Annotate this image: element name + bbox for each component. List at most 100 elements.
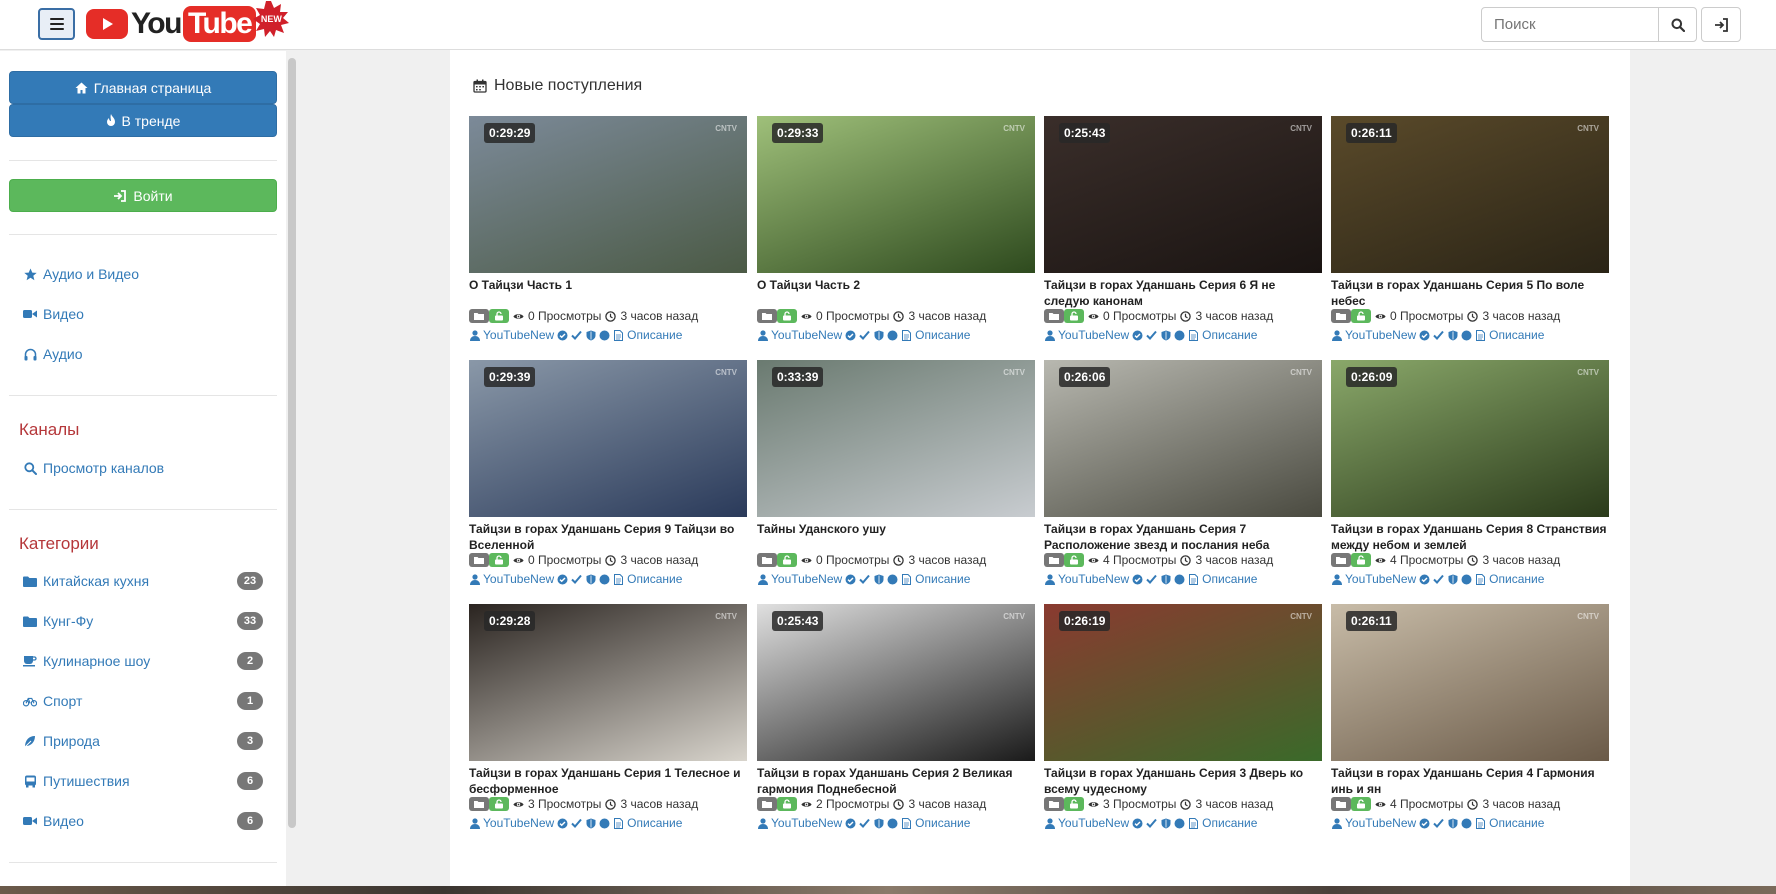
video-thumbnail[interactable]: 0:29:28 CNTV <box>469 604 747 761</box>
video-thumbnail[interactable]: 0:26:11 CNTV <box>1331 116 1609 273</box>
sidebar-item-video-category[interactable]: Видео 6 <box>23 812 263 830</box>
sign-in-button[interactable] <box>1701 7 1741 42</box>
unlock-tag-icon[interactable] <box>1064 309 1084 323</box>
unlock-tag-icon[interactable] <box>489 553 509 567</box>
sidebar-item-audio[interactable]: Аудио <box>23 346 83 362</box>
channel-link[interactable]: YouTubeNew <box>771 816 842 830</box>
description-link[interactable]: Описание <box>915 328 970 342</box>
video-title[interactable]: Тайцзи в горах Уданшань Серия 2 Великая … <box>757 765 1035 797</box>
unlock-tag-icon[interactable] <box>1351 309 1371 323</box>
video-thumbnail[interactable]: 0:26:19 CNTV <box>1044 604 1322 761</box>
unlock-tag-icon[interactable] <box>777 553 797 567</box>
video-thumbnail[interactable]: 0:33:39 CNTV <box>757 360 1035 517</box>
video-card[interactable]: 0:25:43 CNTV Тайцзи в горах Уданшань Серия… <box>1044 116 1322 342</box>
channel-link[interactable]: YouTubeNew <box>771 572 842 586</box>
folder-tag-icon[interactable] <box>1044 309 1064 323</box>
video-card[interactable]: 0:29:29 CNTV О Тайцзи Часть 10 Просмотры 3 … <box>469 116 747 342</box>
video-card[interactable]: 0:26:11 CNTV Тайцзи в горах Уданшань Серия… <box>1331 604 1609 830</box>
channel-link[interactable]: YouTubeNew <box>1058 328 1129 342</box>
description-link[interactable]: Описание <box>1202 816 1257 830</box>
channel-link[interactable]: YouTubeNew <box>1345 328 1416 342</box>
description-link[interactable]: Описание <box>1489 572 1544 586</box>
channel-link[interactable]: YouTubeNew <box>483 328 554 342</box>
unlock-tag-icon[interactable] <box>777 797 797 811</box>
channel-link[interactable]: YouTubeNew <box>1058 572 1129 586</box>
channel-link[interactable]: YouTubeNew <box>483 816 554 830</box>
sidebar-item-kung-fu[interactable]: Кунг-Фу 33 <box>23 612 263 630</box>
description-link[interactable]: Описание <box>1489 328 1544 342</box>
video-title[interactable]: О Тайцзи Часть 1 <box>469 277 747 309</box>
video-card[interactable]: 0:29:33 CNTV О Тайцзи Часть 20 Просмотры 3 … <box>757 116 1035 342</box>
video-title[interactable]: Тайцзи в горах Уданшань Серия 3 Дверь ко… <box>1044 765 1322 797</box>
video-card[interactable]: 0:25:43 CNTV Тайцзи в горах Уданшань Серия… <box>757 604 1035 830</box>
unlock-tag-icon[interactable] <box>1064 797 1084 811</box>
home-button[interactable]: Главная страница <box>9 71 277 104</box>
channel-link[interactable]: YouTubeNew <box>483 572 554 586</box>
sidebar-item-sport[interactable]: Спорт 1 <box>23 692 263 710</box>
sidebar-item-nature[interactable]: Природа 3 <box>23 732 263 750</box>
folder-tag-icon[interactable] <box>1331 797 1351 811</box>
video-card[interactable]: 0:26:19 CNTV Тайцзи в горах Уданшань Серия… <box>1044 604 1322 830</box>
video-title[interactable]: Тайцзи в горах Уданшань Серия 8 Странств… <box>1331 521 1609 553</box>
channel-link[interactable]: YouTubeNew <box>771 328 842 342</box>
unlock-tag-icon[interactable] <box>1351 797 1371 811</box>
folder-tag-icon[interactable] <box>1044 797 1064 811</box>
folder-tag-icon[interactable] <box>757 309 777 323</box>
channel-link[interactable]: YouTubeNew <box>1058 816 1129 830</box>
folder-tag-icon[interactable] <box>1331 553 1351 567</box>
sidebar-item-travel[interactable]: Путишествия 6 <box>23 772 263 790</box>
sidebar-scrollbar[interactable] <box>288 58 296 828</box>
video-title[interactable]: Тайны Уданского ушу <box>757 521 1035 553</box>
video-title[interactable]: Тайцзи в горах Уданшань Серия 4 Гармония… <box>1331 765 1609 797</box>
video-thumbnail[interactable]: 0:26:06 CNTV <box>1044 360 1322 517</box>
folder-tag-icon[interactable] <box>469 309 489 323</box>
video-thumbnail[interactable]: 0:26:11 CNTV <box>1331 604 1609 761</box>
video-card[interactable]: 0:33:39 CNTV Тайны Уданского ушу 0 Просмотр… <box>757 360 1035 586</box>
video-title[interactable]: Тайцзи в горах Уданшань Серия 7 Располож… <box>1044 521 1322 553</box>
folder-tag-icon[interactable] <box>469 553 489 567</box>
description-link[interactable]: Описание <box>915 572 970 586</box>
unlock-tag-icon[interactable] <box>489 309 509 323</box>
unlock-tag-icon[interactable] <box>777 309 797 323</box>
sidebar-item-browse-channels[interactable]: Просмотр каналов <box>23 460 164 476</box>
folder-tag-icon[interactable] <box>1331 309 1351 323</box>
video-title[interactable]: Тайцзи в горах Уданшань Серия 9 Тайцзи в… <box>469 521 747 553</box>
sidebar-item-video[interactable]: Видео <box>23 306 84 322</box>
description-link[interactable]: Описание <box>627 572 682 586</box>
sidebar-item-cooking-show[interactable]: Кулинарное шоу 2 <box>23 652 263 670</box>
video-title[interactable]: Тайцзи в горах Уданшань Серия 1 Телесное… <box>469 765 747 797</box>
folder-tag-icon[interactable] <box>1044 553 1064 567</box>
unlock-tag-icon[interactable] <box>1351 553 1371 567</box>
trending-button[interactable]: В тренде <box>9 104 277 137</box>
login-button[interactable]: Войти <box>9 179 277 212</box>
description-link[interactable]: Описание <box>627 816 682 830</box>
video-thumbnail[interactable]: 0:29:33 CNTV <box>757 116 1035 273</box>
sidebar-item-chinese-cuisine[interactable]: Китайская кухня 23 <box>23 572 263 590</box>
unlock-tag-icon[interactable] <box>489 797 509 811</box>
video-card[interactable]: 0:29:39 CNTV Тайцзи в горах Уданшань Серия… <box>469 360 747 586</box>
video-thumbnail[interactable]: 0:26:09 CNTV <box>1331 360 1609 517</box>
video-thumbnail[interactable]: 0:29:39 CNTV <box>469 360 747 517</box>
unlock-tag-icon[interactable] <box>1064 553 1084 567</box>
search-input[interactable] <box>1482 8 1658 41</box>
channel-link[interactable]: YouTubeNew <box>1345 572 1416 586</box>
folder-tag-icon[interactable] <box>469 797 489 811</box>
description-link[interactable]: Описание <box>915 816 970 830</box>
video-title[interactable]: О Тайцзи Часть 2 <box>757 277 1035 309</box>
folder-tag-icon[interactable] <box>757 797 777 811</box>
site-logo[interactable]: You Tube NEW <box>86 1 290 44</box>
description-link[interactable]: Описание <box>1489 816 1544 830</box>
hamburger-menu-button[interactable] <box>38 8 75 40</box>
video-card[interactable]: 0:26:11 CNTV Тайцзи в горах Уданшань Серия… <box>1331 116 1609 342</box>
video-thumbnail[interactable]: 0:29:29 CNTV <box>469 116 747 273</box>
description-link[interactable]: Описание <box>627 328 682 342</box>
folder-tag-icon[interactable] <box>757 553 777 567</box>
video-thumbnail[interactable]: 0:25:43 CNTV <box>757 604 1035 761</box>
video-card[interactable]: 0:29:28 CNTV Тайцзи в горах Уданшань Серия… <box>469 604 747 830</box>
video-thumbnail[interactable]: 0:25:43 CNTV <box>1044 116 1322 273</box>
search-button[interactable] <box>1658 8 1696 41</box>
description-link[interactable]: Описание <box>1202 328 1257 342</box>
video-card[interactable]: 0:26:09 CNTV Тайцзи в горах Уданшань Серия… <box>1331 360 1609 586</box>
sidebar-item-audio-video[interactable]: Аудио и Видео <box>23 266 139 282</box>
video-title[interactable]: Тайцзи в горах Уданшань Серия 5 По воле … <box>1331 277 1609 309</box>
